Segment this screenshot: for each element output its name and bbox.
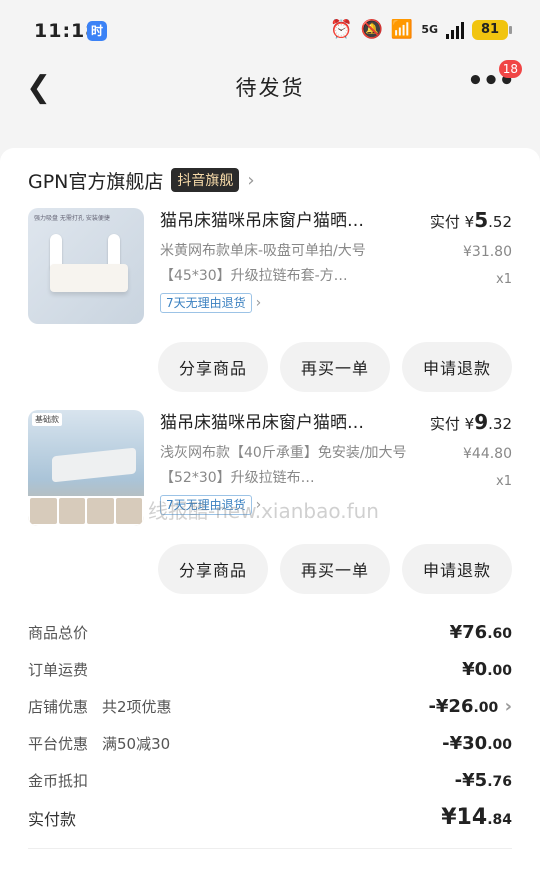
shop-row[interactable]: GPN官方旗舰店 抖音旗舰 › [28,148,512,208]
chevron-right-icon: › [255,497,262,513]
thumb-caption: 强力吸盘 无需打孔 安装便捷 [34,215,110,222]
mute-icon: 🔕 [360,19,383,40]
summary-label: 平台优惠 满50减30 [28,735,171,753]
order-summary: 商品总价 ¥76.60 订单运费 ¥0.00 店铺优惠 共2项优惠 -¥26.00… [28,614,512,849]
refund-button[interactable]: 申请退款 [402,342,512,392]
order-card: GPN官方旗舰店 抖音旗舰 › 强力吸盘 无需打孔 安装便捷 猫吊床猫咪吊床窗户… [0,148,540,869]
quantity: x1 [496,474,512,489]
signal-icon [446,21,464,39]
order-item[interactable]: 基础款 猫吊床猫咪吊床窗户猫晒… 浅灰网布款【40斤承重】免安装/加大号【52*… [28,410,512,540]
item-info: 猫吊床猫咪吊床窗户猫晒… 米黄网布款单床-吸盘可单拍/大号【45*30】升级拉链… [160,208,416,313]
summary-label: 实付款 [28,809,77,829]
share-button[interactable]: 分享商品 [158,544,268,594]
order-item[interactable]: 强力吸盘 无需打孔 安装便捷 猫吊床猫咪吊床窗户猫晒… 米黄网布款单床-吸盘可单… [28,208,512,338]
summary-row: 商品总价 ¥76.60 [28,614,512,651]
notification-badge: 18 [498,60,522,78]
product-image[interactable]: 强力吸盘 无需打孔 安装便捷 [28,208,144,324]
alarm-icon: ⏰ [330,19,353,40]
summary-value: ¥0.00 [462,659,512,680]
item-spec[interactable]: 浅灰网布款【40斤承重】免安装/加大号【52*30】升级拉链布… [160,441,416,491]
nav-bar: ❮ 待发货 ••• 18 [0,60,540,112]
carrier-badge: 时 [87,21,107,41]
chevron-right-icon: › [247,169,255,191]
price-column: 实付 ¥9.32 ¥44.80 x1 [430,410,512,489]
original-price: ¥31.80 [463,244,512,260]
summary-value: -¥26.00 › [428,696,512,717]
item-title: 猫吊床猫咪吊床窗户猫晒… [160,413,364,433]
shop-tag: 抖音旗舰 [171,168,240,192]
summary-row: 订单运费 ¥0.00 [28,651,512,688]
item-actions: 分享商品 再买一单 申请退款 [28,540,512,612]
rebuy-button[interactable]: 再买一单 [280,342,390,392]
chevron-right-icon: › [504,696,512,717]
share-button[interactable]: 分享商品 [158,342,268,392]
status-bar: 11:18 时 ⏰ 🔕 📶 5G 81 [0,0,540,62]
summary-row: 金币抵扣 -¥5.76 [28,762,512,799]
summary-label: 商品总价 [28,624,89,642]
network-type: 5G [421,23,438,36]
item-spec[interactable]: 米黄网布款单床-吸盘可单拍/大号【45*30】升级拉链布套-方… [160,239,416,289]
chevron-right-icon: › [255,295,262,311]
summary-label: 店铺优惠 共2项优惠 [28,698,172,716]
quantity: x1 [496,272,512,287]
summary-value: ¥14.84 [441,805,512,830]
refund-tag[interactable]: 7天无理由退货 [160,293,252,313]
item-title: 猫吊床猫咪吊床窗户猫晒… [160,211,364,231]
product-image[interactable]: 基础款 [28,410,144,526]
summary-value: -¥5.76 [454,770,512,791]
thumb-caption: 基础款 [32,413,62,426]
summary-row: 平台优惠 满50减30 -¥30.00 [28,725,512,762]
original-price: ¥44.80 [463,446,512,462]
summary-row-total: 实付款 ¥14.84 [28,799,512,836]
rebuy-button[interactable]: 再买一单 [280,544,390,594]
divider [28,848,512,849]
paid-price: 实付 ¥9.32 [429,410,512,434]
item-actions: 分享商品 再买一单 申请退款 [28,338,512,410]
summary-label: 订单运费 [28,661,89,679]
paid-price: 实付 ¥5.52 [429,208,512,232]
summary-value: -¥30.00 [442,733,512,754]
summary-row[interactable]: 店铺优惠 共2项优惠 -¥26.00 › [28,688,512,725]
summary-value: ¥76.60 [449,622,512,643]
item-info: 猫吊床猫咪吊床窗户猫晒… 浅灰网布款【40斤承重】免安装/加大号【52*30】升… [160,410,416,515]
price-column: 实付 ¥5.52 ¥31.80 x1 [430,208,512,287]
shop-name: GPN官方旗舰店 [28,170,164,193]
refund-tag[interactable]: 7天无理由退货 [160,495,252,515]
summary-label: 金币抵扣 [28,772,89,790]
wifi-icon: 📶 [390,19,414,40]
status-icons: ⏰ 🔕 📶 5G 81 [330,19,512,41]
page-title: 待发货 [235,76,305,100]
battery-icon: 81 [472,20,512,40]
refund-button[interactable]: 申请退款 [402,544,512,594]
